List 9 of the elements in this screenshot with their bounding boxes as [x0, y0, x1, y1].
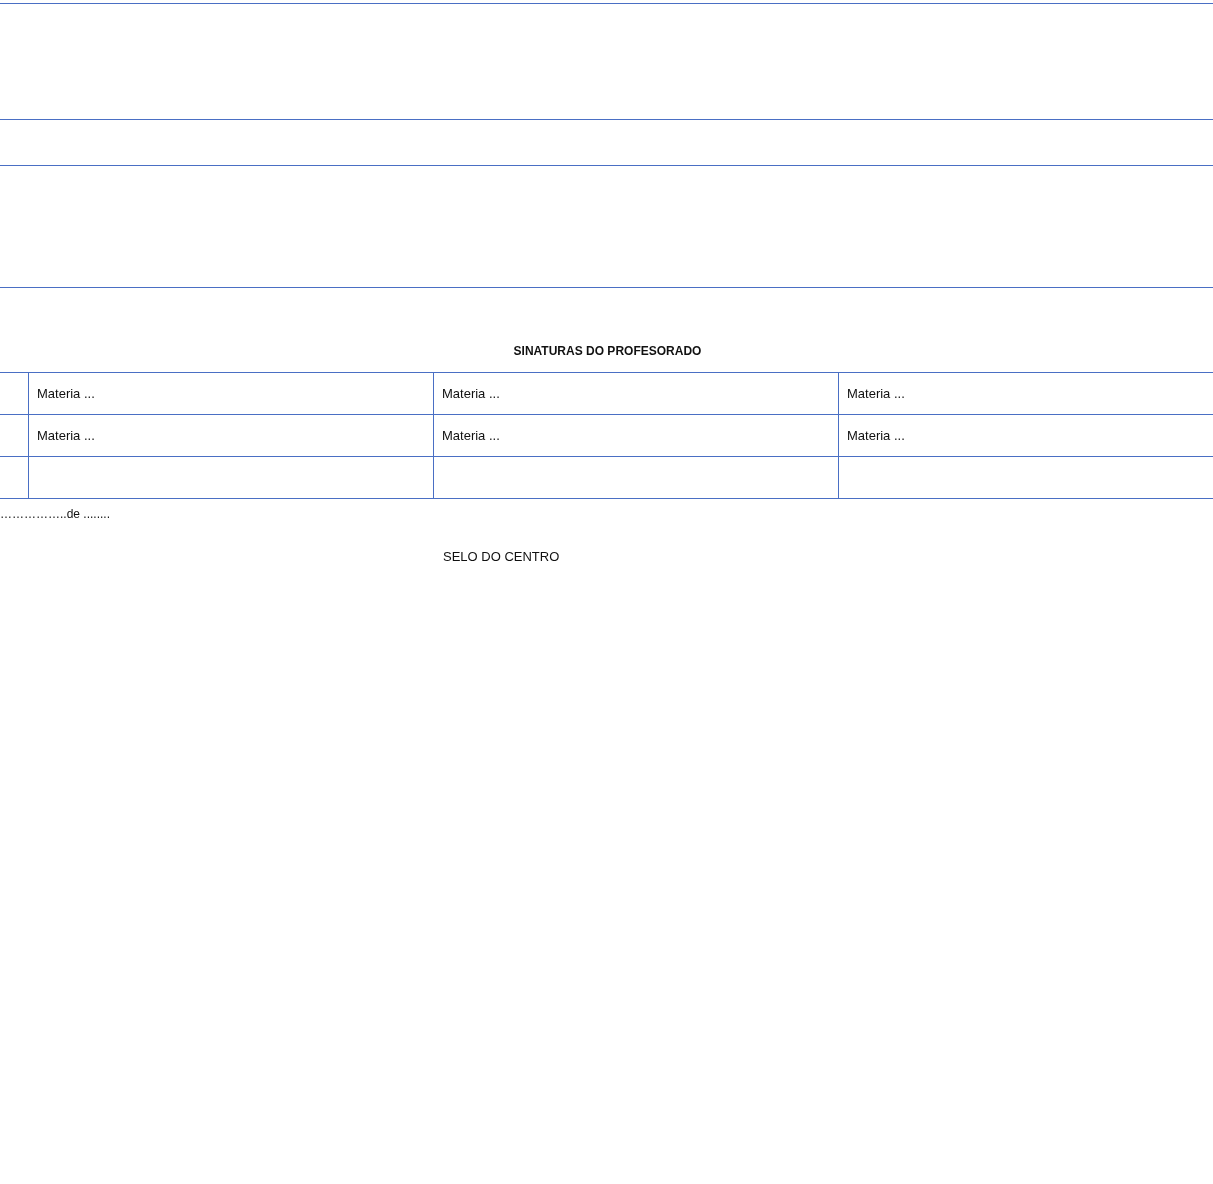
table-cell: Materia ... [433, 415, 838, 457]
table-cell: Materia ... [838, 373, 1213, 415]
table-cell: Materia ... [838, 415, 1213, 457]
table-cell: Materia ... [433, 373, 838, 415]
section-heading: SINATURAS DO PROFESORADO [513, 344, 702, 358]
table-cell: Materia ... [28, 415, 433, 457]
table-cell: Materia ... [28, 373, 433, 415]
date-line: ……………..de ........ [0, 507, 111, 521]
stamp-label: SELO DO CENTRO [443, 549, 560, 564]
